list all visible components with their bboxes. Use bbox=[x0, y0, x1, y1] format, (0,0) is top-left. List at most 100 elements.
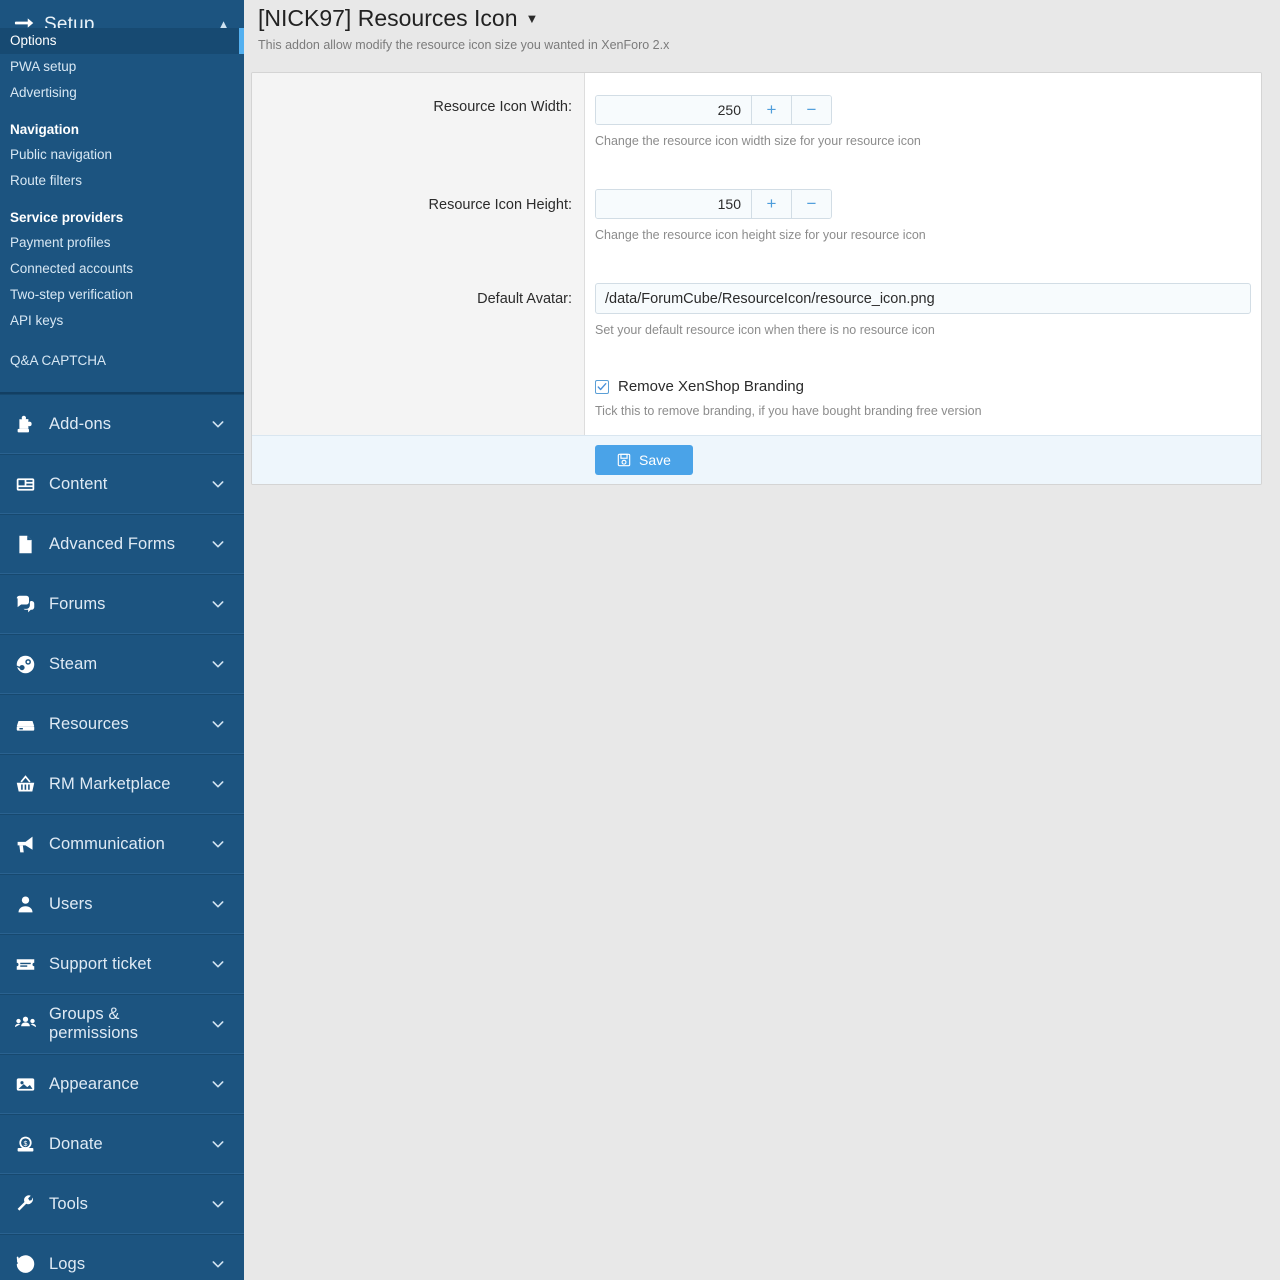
drawer-icon bbox=[14, 713, 36, 735]
sidebar-item-communication[interactable]: Communication bbox=[0, 814, 244, 874]
spacer bbox=[595, 149, 1249, 175]
sidebar-heading-service-providers: Service providers bbox=[0, 194, 244, 230]
page-subtitle: This addon allow modify the resource ico… bbox=[258, 34, 1266, 53]
spacer bbox=[595, 243, 1249, 269]
sidebar-item-two-step-verification[interactable]: Two-step verification bbox=[0, 282, 244, 308]
field-hint-remove-branding: Tick this to remove branding, if you hav… bbox=[595, 395, 1249, 419]
history-icon bbox=[14, 1253, 36, 1275]
field-control-default-avatar: Set your default resource icon when ther… bbox=[585, 269, 1262, 364]
sidebar-item-connected-accounts[interactable]: Connected accounts bbox=[0, 256, 244, 282]
chevron-down-icon[interactable] bbox=[210, 1196, 226, 1212]
sidebar-item-support-ticket[interactable]: Support ticket bbox=[0, 934, 244, 994]
megaphone-icon bbox=[14, 833, 36, 855]
sidebar-section-header-setup[interactable]: Setup ▲ bbox=[0, 0, 244, 28]
sidebar-item-label: Tools bbox=[49, 1195, 210, 1214]
chevron-down-icon[interactable] bbox=[210, 536, 226, 552]
form-row-remove-branding: Remove XenShop Branding Tick this to rem… bbox=[252, 364, 1261, 435]
remove-branding-checkbox-row[interactable]: Remove XenShop Branding bbox=[595, 378, 1249, 395]
sidebar-item-label: Resources bbox=[49, 715, 210, 734]
chevron-down-icon[interactable] bbox=[210, 416, 226, 432]
sidebar-item-users[interactable]: Users bbox=[0, 874, 244, 934]
save-button[interactable]: Save bbox=[595, 445, 693, 475]
sidebar-heading-navigation: Navigation bbox=[0, 106, 244, 142]
check-icon bbox=[597, 382, 607, 392]
main-content: [NICK97] Resources Icon ▼ This addon all… bbox=[244, 0, 1280, 1280]
sidebar-item-add-ons[interactable]: Add-ons bbox=[0, 394, 244, 454]
chevron-down-icon[interactable] bbox=[210, 1136, 226, 1152]
sidebar-item-label: Users bbox=[49, 895, 210, 914]
admin-page: Setup ▲ Options PWA setup Advertising Na… bbox=[0, 0, 1280, 1280]
sidebar-item-route-filters[interactable]: Route filters bbox=[0, 168, 244, 194]
sidebar-item-payment-profiles[interactable]: Payment profiles bbox=[0, 230, 244, 256]
page-header: [NICK97] Resources Icon ▼ This addon all… bbox=[244, 0, 1280, 53]
sidebar-item-options[interactable]: Options bbox=[0, 28, 244, 54]
chevron-down-icon[interactable] bbox=[210, 476, 226, 492]
chevron-down-icon[interactable] bbox=[210, 956, 226, 972]
page-title: [NICK97] Resources Icon ▼ bbox=[258, 0, 538, 34]
field-control-resource-icon-width: + − Change the resource icon width size … bbox=[585, 73, 1261, 175]
field-hint-resource-icon-height: Change the resource icon height size for… bbox=[595, 219, 1249, 243]
user-icon bbox=[14, 893, 36, 915]
increment-button[interactable]: + bbox=[751, 96, 791, 124]
chevron-down-icon[interactable] bbox=[210, 896, 226, 912]
increment-button[interactable]: + bbox=[751, 190, 791, 218]
sidebar-item-forums[interactable]: Forums bbox=[0, 574, 244, 634]
chevron-down-icon[interactable] bbox=[210, 1256, 226, 1272]
sidebar-item-steam[interactable]: Steam bbox=[0, 634, 244, 694]
chevron-down-icon[interactable] bbox=[210, 776, 226, 792]
form-row-default-avatar: Default Avatar: Set your default resourc… bbox=[252, 269, 1261, 364]
sidebar-item-content[interactable]: Content bbox=[0, 454, 244, 514]
field-label-default-avatar: Default Avatar: bbox=[252, 269, 585, 364]
chevron-down-icon[interactable] bbox=[210, 1076, 226, 1092]
sidebar-item-label: Groups & permissions bbox=[49, 1005, 210, 1043]
sidebar-item-groups-permissions[interactable]: Groups & permissions bbox=[0, 994, 244, 1054]
form-row-resource-icon-width: Resource Icon Width: + − Change the reso… bbox=[252, 73, 1261, 175]
chevron-down-icon[interactable] bbox=[210, 836, 226, 852]
users-group-icon bbox=[14, 1013, 36, 1035]
field-control-remove-branding: Remove XenShop Branding Tick this to rem… bbox=[585, 364, 1261, 435]
page-title-text: [NICK97] Resources Icon bbox=[258, 2, 518, 34]
remove-branding-label[interactable]: Remove XenShop Branding bbox=[618, 378, 804, 395]
sidebar-item-logs[interactable]: Logs bbox=[0, 1234, 244, 1280]
sidebar-item-label: Forums bbox=[49, 595, 210, 614]
field-label-resource-icon-height: Resource Icon Height: bbox=[252, 175, 585, 269]
chevron-down-icon[interactable]: ▼ bbox=[526, 3, 539, 35]
chevron-up-icon[interactable]: ▲ bbox=[217, 17, 230, 29]
sidebar-item-appearance[interactable]: Appearance bbox=[0, 1054, 244, 1114]
sidebar-item-advanced-forms[interactable]: Advanced Forms bbox=[0, 514, 244, 574]
setup-icon bbox=[14, 12, 36, 28]
sidebar-item-qa-captcha[interactable]: Q&A CAPTCHA bbox=[0, 348, 244, 374]
donate-icon: $ bbox=[14, 1133, 36, 1155]
default-avatar-input[interactable] bbox=[595, 283, 1251, 314]
chevron-down-icon[interactable] bbox=[210, 596, 226, 612]
resource-icon-height-input[interactable] bbox=[596, 190, 751, 218]
field-control-resource-icon-height: + − Change the resource icon height size… bbox=[585, 175, 1261, 269]
chevron-down-icon[interactable] bbox=[210, 1016, 226, 1032]
field-hint-resource-icon-width: Change the resource icon width size for … bbox=[595, 125, 1249, 149]
decrement-button[interactable]: − bbox=[791, 96, 831, 124]
sidebar-item-label: Advanced Forms bbox=[49, 535, 210, 554]
sidebar-item-api-keys[interactable]: API keys bbox=[0, 308, 244, 334]
sidebar-item-resources[interactable]: Resources bbox=[0, 694, 244, 754]
resource-icon-width-input[interactable] bbox=[596, 96, 751, 124]
sidebar-item-public-navigation[interactable]: Public navigation bbox=[0, 142, 244, 168]
resource-icon-width-stepper[interactable]: + − bbox=[595, 95, 832, 125]
chevron-down-icon[interactable] bbox=[210, 716, 226, 732]
sidebar-item-advertising[interactable]: Advertising bbox=[0, 80, 244, 106]
chevron-down-icon[interactable] bbox=[210, 656, 226, 672]
resource-icon-height-stepper[interactable]: + − bbox=[595, 189, 832, 219]
sidebar-item-donate[interactable]: $ Donate bbox=[0, 1114, 244, 1174]
remove-branding-checkbox[interactable] bbox=[595, 380, 609, 394]
svg-text:$: $ bbox=[23, 1141, 27, 1148]
sidebar-item-label: Steam bbox=[49, 655, 210, 674]
sidebar-item-label: Communication bbox=[49, 835, 210, 854]
steam-icon bbox=[14, 653, 36, 675]
sidebar-header-title: Setup bbox=[44, 14, 95, 28]
sidebar-item-tools[interactable]: Tools bbox=[0, 1174, 244, 1234]
sidebar-item-rm-marketplace[interactable]: RM Marketplace bbox=[0, 754, 244, 814]
basket-icon bbox=[14, 773, 36, 795]
sidebar-item-pwa-setup[interactable]: PWA setup bbox=[0, 54, 244, 80]
options-form-panel: Resource Icon Width: + − Change the reso… bbox=[251, 72, 1262, 485]
decrement-button[interactable]: − bbox=[791, 190, 831, 218]
sidebar-item-label: Support ticket bbox=[49, 955, 210, 974]
